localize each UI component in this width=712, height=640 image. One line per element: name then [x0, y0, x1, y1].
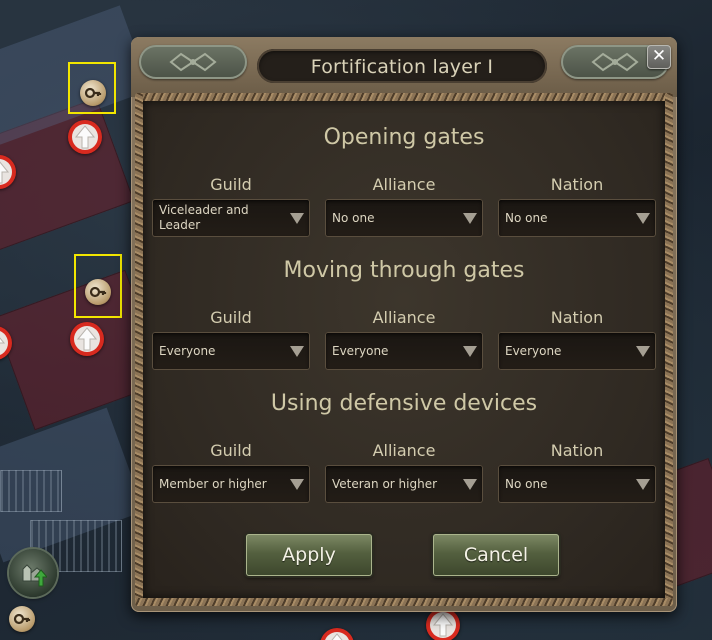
dialog-body: Opening gates Guild Alliance Nation Vice…: [143, 101, 665, 598]
rope-border: [135, 598, 673, 606]
chevron-down-icon: [290, 213, 304, 224]
knot-ornament-icon: [591, 52, 639, 72]
opening-gates-alliance-select[interactable]: No one: [325, 199, 483, 237]
opening-gates-nation-select[interactable]: No one: [498, 199, 656, 237]
up-arrow-icon: [0, 337, 5, 344]
opening-gates-guild-select[interactable]: Viceleader and Leader: [152, 199, 310, 237]
key-icon: [13, 613, 31, 625]
title-plate: Fortification layer I: [257, 49, 547, 83]
knot-ornament-icon: [169, 52, 217, 72]
up-arrow-icon: [75, 125, 95, 149]
gate-key-marker[interactable]: [9, 606, 35, 632]
moving-gates-guild-select[interactable]: Everyone: [152, 332, 310, 370]
up-arrow-icon: [77, 327, 97, 351]
column-label-guild: Guild: [210, 441, 252, 460]
defensive-devices-guild-select[interactable]: Member or higher: [152, 465, 310, 503]
column-label-guild: Guild: [210, 175, 252, 194]
dropdown-value: No one: [332, 210, 375, 225]
rope-border: [135, 93, 143, 606]
up-arrow-icon: [433, 613, 453, 637]
dropdown-value: Veteran or higher: [332, 476, 438, 491]
cancel-button[interactable]: Cancel: [433, 534, 559, 576]
column-label-nation: Nation: [550, 308, 604, 327]
chevron-down-icon: [290, 479, 304, 490]
upgrade-marker[interactable]: [426, 608, 460, 640]
upgrade-marker[interactable]: [320, 628, 354, 640]
section-title-opening-gates: Opening gates: [323, 125, 485, 150]
column-label-guild: Guild: [210, 308, 252, 327]
dropdown-value: No one: [505, 210, 548, 225]
up-arrow-icon: [0, 161, 9, 184]
apply-button-label: Apply: [282, 544, 336, 566]
dropdown-value: No one: [505, 476, 548, 491]
dropdown-value: Member or higher: [159, 476, 267, 491]
moving-gates-alliance-select[interactable]: Everyone: [325, 332, 483, 370]
moving-gates-nation-select[interactable]: Everyone: [498, 332, 656, 370]
defensive-devices-nation-select[interactable]: No one: [498, 465, 656, 503]
chevron-down-icon: [290, 346, 304, 357]
column-label-nation: Nation: [550, 175, 604, 194]
fortification-dialog: Fortification layer I ✕ Opening gates Gu…: [131, 37, 677, 612]
rope-border: [135, 93, 673, 101]
upgrade-marker[interactable]: [68, 120, 102, 154]
dropdown-value: Everyone: [505, 343, 562, 358]
rope-border: [665, 93, 673, 606]
column-label-alliance: Alliance: [372, 441, 436, 460]
column-label-nation: Nation: [550, 441, 604, 460]
section-title-moving-through-gates: Moving through gates: [283, 258, 525, 283]
dropdown-value: Everyone: [332, 343, 389, 358]
dialog-header: Fortification layer I ✕: [131, 37, 677, 97]
upgrade-marker[interactable]: [70, 322, 104, 356]
up-arrow-icon: [331, 633, 343, 640]
chevron-down-icon: [463, 346, 477, 357]
chevron-down-icon: [636, 213, 650, 224]
map-building: [0, 470, 62, 512]
dialog-title: Fortification layer I: [310, 56, 494, 78]
close-icon: ✕: [651, 46, 667, 66]
chevron-down-icon: [463, 479, 477, 490]
section-title-using-defensive-devices: Using defensive devices: [270, 391, 538, 416]
town-button[interactable]: [9, 549, 57, 597]
column-label-alliance: Alliance: [372, 175, 436, 194]
close-button[interactable]: ✕: [647, 45, 671, 69]
key-icon: [84, 87, 102, 99]
header-ornament: [139, 45, 247, 79]
key-icon: [89, 286, 107, 298]
chevron-down-icon: [636, 479, 650, 490]
column-label-alliance: Alliance: [372, 308, 436, 327]
dropdown-value: Everyone: [159, 343, 216, 358]
chevron-down-icon: [463, 213, 477, 224]
chevron-down-icon: [636, 346, 650, 357]
cancel-button-label: Cancel: [463, 544, 529, 566]
town-icon: [22, 564, 47, 587]
gate-key-marker[interactable]: [80, 80, 106, 106]
defensive-devices-alliance-select[interactable]: Veteran or higher: [325, 465, 483, 503]
apply-button[interactable]: Apply: [246, 534, 372, 576]
gate-key-marker[interactable]: [85, 279, 111, 305]
dropdown-value: Viceleader and Leader: [159, 203, 249, 232]
